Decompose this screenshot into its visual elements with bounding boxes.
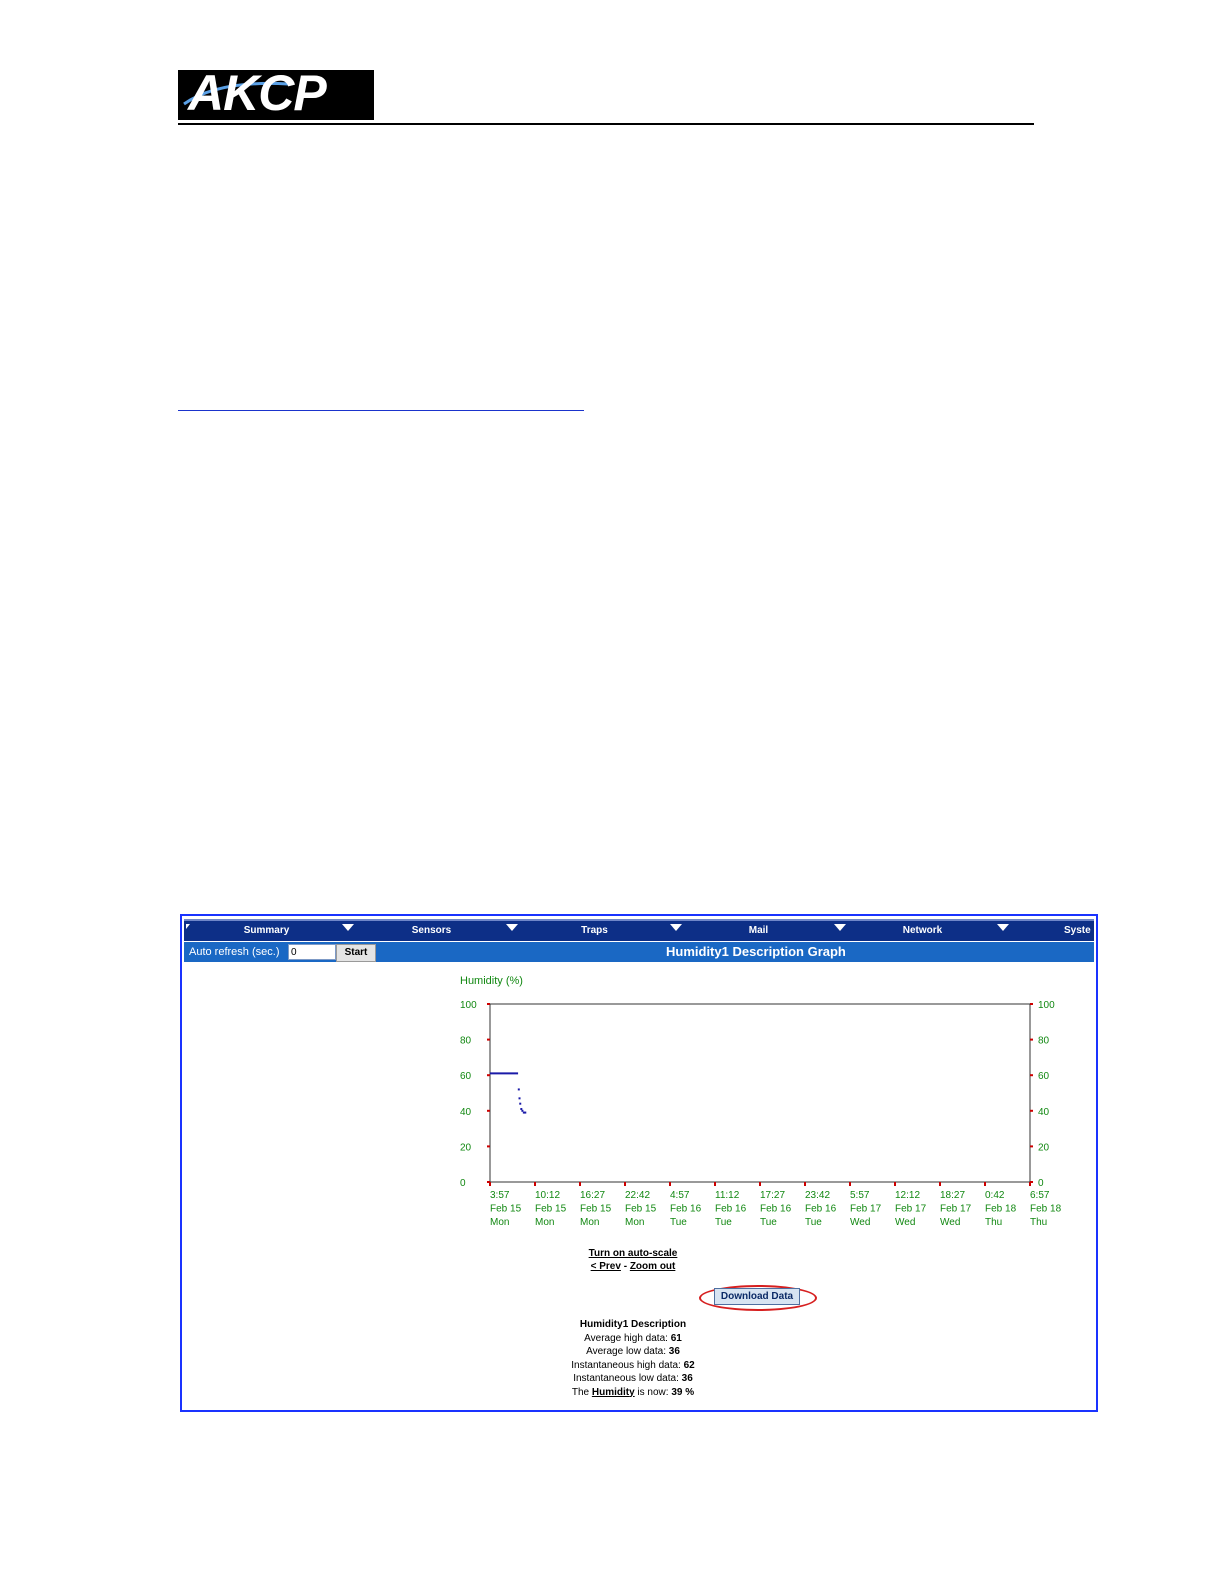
x-tick-label: Feb 15 bbox=[625, 1204, 657, 1215]
current-value: 39 % bbox=[671, 1386, 695, 1398]
data-point bbox=[524, 1111, 527, 1114]
x-tick-label: Mon bbox=[580, 1217, 599, 1228]
data-point bbox=[518, 1097, 521, 1100]
link-separator: - bbox=[620, 1261, 630, 1272]
y-tick-label-left: 0 bbox=[460, 1178, 466, 1189]
x-tick-label: Tue bbox=[670, 1217, 687, 1228]
hyperlink-underline bbox=[178, 410, 584, 411]
x-tick-label: Tue bbox=[715, 1217, 732, 1228]
x-tick-label: Thu bbox=[985, 1217, 1002, 1228]
inst-low-value: 36 bbox=[681, 1373, 693, 1384]
x-tick-label: 3:57 bbox=[490, 1190, 510, 1201]
data-point bbox=[517, 1088, 520, 1091]
x-tick-label: 0:42 bbox=[985, 1190, 1005, 1201]
x-tick-label: Feb 15 bbox=[490, 1204, 522, 1215]
y-tick-label-right: 40 bbox=[1038, 1107, 1050, 1118]
y-tick-label-right: 100 bbox=[1038, 1000, 1055, 1011]
y-tick-label-right: 20 bbox=[1038, 1142, 1050, 1153]
y-tick-label-left: 80 bbox=[460, 1036, 472, 1047]
x-tick-label: Feb 16 bbox=[670, 1204, 702, 1215]
x-tick-label: Feb 16 bbox=[715, 1204, 747, 1215]
x-tick-label: Feb 16 bbox=[805, 1204, 837, 1215]
x-tick-label: 17:27 bbox=[760, 1190, 785, 1201]
zoom-out-link[interactable]: Zoom out bbox=[630, 1261, 676, 1272]
x-tick-label: Feb 17 bbox=[895, 1204, 927, 1215]
avg-low-value: 36 bbox=[668, 1346, 680, 1357]
x-tick-label: 11:12 bbox=[715, 1190, 740, 1201]
y-tick-label-left: 40 bbox=[460, 1107, 472, 1118]
humidity-link[interactable]: Humidity bbox=[592, 1387, 635, 1398]
x-tick-label: 10:12 bbox=[535, 1190, 560, 1201]
x-tick-label: Tue bbox=[805, 1217, 822, 1228]
prev-link[interactable]: < Prev bbox=[591, 1261, 621, 1272]
data-point bbox=[519, 1102, 522, 1105]
x-tick-label: 16:27 bbox=[580, 1190, 605, 1201]
inst-high-label: Instantaneous high data: bbox=[571, 1359, 684, 1371]
data-point bbox=[521, 1109, 524, 1112]
y-axis-title: Humidity (%) bbox=[460, 975, 523, 987]
y-tick-label-left: 20 bbox=[460, 1142, 472, 1153]
avg-low-label: Average low data: bbox=[586, 1346, 669, 1357]
x-tick-label: Mon bbox=[625, 1217, 644, 1228]
sensor-statistics: Humidity1 Description Average high data:… bbox=[182, 1318, 1090, 1400]
x-tick-label: Thu bbox=[1030, 1217, 1047, 1228]
x-tick-label: 12:12 bbox=[895, 1190, 920, 1201]
logo-text: AKCP bbox=[188, 70, 327, 120]
x-tick-label: 6:57 bbox=[1030, 1190, 1050, 1201]
x-tick-label: Mon bbox=[490, 1217, 509, 1228]
x-tick-label: 22:42 bbox=[625, 1190, 650, 1201]
current-prefix: The bbox=[571, 1386, 592, 1398]
avg-high-value: 61 bbox=[670, 1332, 682, 1344]
avg-low-row: Average low data: 36 bbox=[182, 1345, 1090, 1359]
x-tick-label: Wed bbox=[940, 1217, 960, 1228]
x-tick-label: Tue bbox=[760, 1217, 777, 1228]
stats-title: Humidity1 Description bbox=[579, 1319, 687, 1330]
x-tick-label: Mon bbox=[535, 1217, 554, 1228]
x-tick-label: Wed bbox=[850, 1217, 870, 1228]
y-tick-label-left: 60 bbox=[460, 1071, 472, 1082]
y-tick-label-right: 80 bbox=[1038, 1036, 1050, 1047]
auto-scale-link[interactable]: Turn on auto-scale bbox=[589, 1248, 678, 1259]
x-tick-label: Feb 18 bbox=[1030, 1204, 1062, 1215]
y-tick-label-right: 0 bbox=[1038, 1178, 1044, 1189]
x-tick-label: Wed bbox=[895, 1217, 915, 1228]
x-tick-label: 4:57 bbox=[670, 1190, 690, 1201]
current-mid: is now: bbox=[634, 1386, 672, 1398]
header-divider bbox=[178, 123, 1034, 125]
x-tick-label: 23:42 bbox=[805, 1190, 830, 1201]
web-ui-screenshot: Summary Sensors Traps Mail Network Syste… bbox=[180, 914, 1098, 1412]
inst-high-row: Instantaneous high data: 62 bbox=[182, 1359, 1090, 1373]
current-value-row: The Humidity is now: 39 % bbox=[182, 1386, 1090, 1400]
x-tick-label: 5:57 bbox=[850, 1190, 870, 1201]
y-tick-label-left: 100 bbox=[460, 1000, 477, 1011]
x-tick-label: Feb 15 bbox=[580, 1204, 612, 1215]
data-point bbox=[520, 1108, 523, 1111]
x-tick-label: Feb 17 bbox=[850, 1204, 882, 1215]
x-tick-label: Feb 15 bbox=[535, 1204, 567, 1215]
akcp-logo: AKCP bbox=[178, 70, 374, 120]
inst-low-label: Instantaneous low data: bbox=[573, 1373, 682, 1384]
humidity-chart: Humidity (%) 0 0 20 20 40 40 60 60 80 80 100 100 3:57… bbox=[460, 975, 1062, 1228]
y-tick-label-right: 60 bbox=[1038, 1071, 1050, 1082]
x-tick-label: Feb 16 bbox=[760, 1204, 792, 1215]
x-tick-label: Feb 17 bbox=[940, 1204, 972, 1215]
inst-high-value: 62 bbox=[683, 1359, 695, 1371]
avg-high-label: Average high data: bbox=[584, 1332, 671, 1344]
avg-high-row: Average high data: 61 bbox=[182, 1332, 1090, 1346]
download-data-button[interactable]: Download Data bbox=[714, 1288, 800, 1305]
x-tick-label: Feb 18 bbox=[985, 1204, 1017, 1215]
inst-low-row: Instantaneous low data: 36 bbox=[182, 1372, 1090, 1386]
x-tick-label: 18:27 bbox=[940, 1190, 965, 1201]
